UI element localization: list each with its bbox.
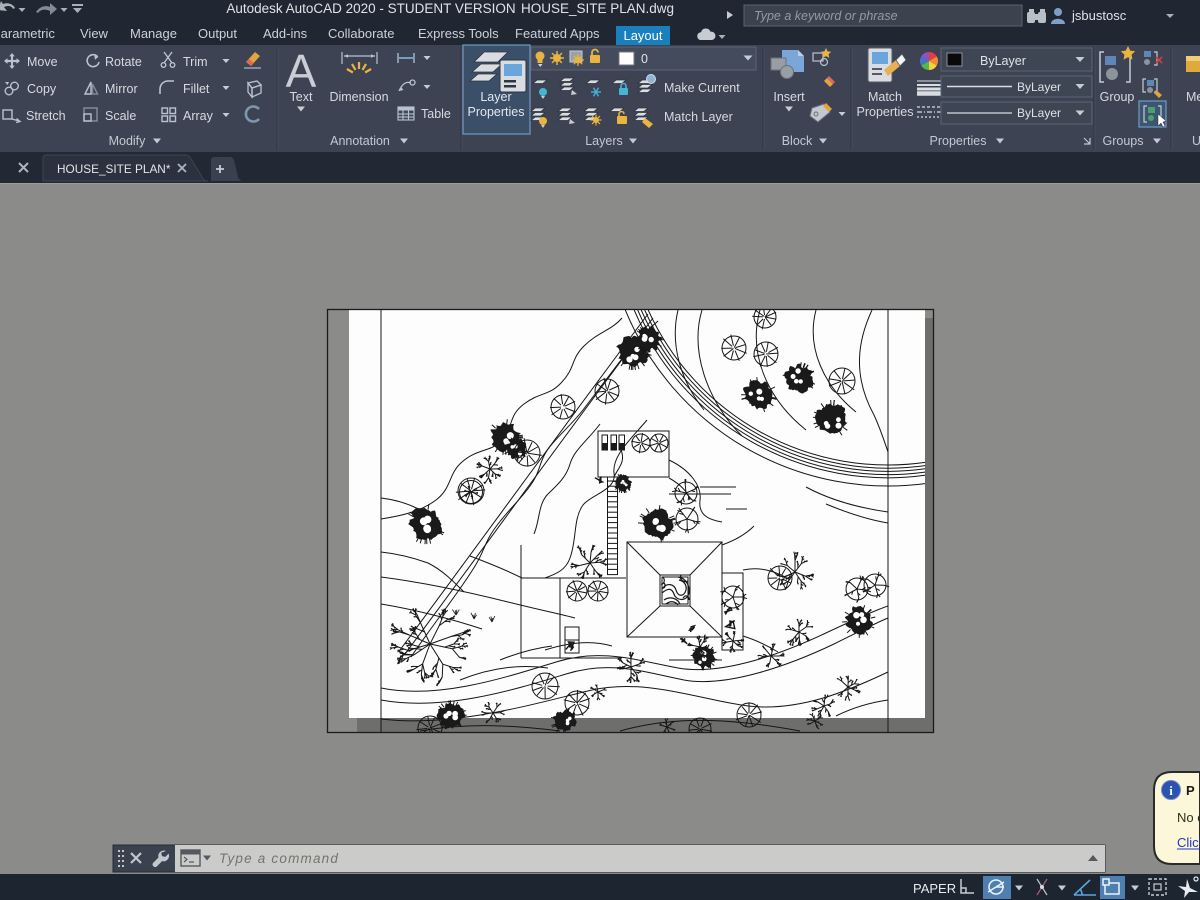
svg-text:Annotation: Annotation [330, 134, 390, 148]
svg-text:Copy: Copy [27, 82, 57, 96]
svg-text:View: View [80, 26, 109, 41]
svg-text:Move: Move [27, 55, 58, 69]
svg-text:Type a keyword or phrase: Type a keyword or phrase [754, 9, 898, 23]
svg-text:Insert: Insert [773, 90, 805, 104]
svg-text:ByLayer: ByLayer [1017, 106, 1061, 120]
svg-text:Manage: Manage [130, 26, 177, 41]
svg-text:Me: Me [1186, 90, 1200, 104]
svg-text:i: i [1169, 783, 1173, 798]
svg-text:Scale: Scale [105, 109, 136, 123]
svg-text:Block: Block [782, 134, 813, 148]
svg-text:Layers: Layers [585, 134, 623, 148]
svg-text:P: P [1186, 783, 1195, 798]
svg-text:Mirror: Mirror [105, 82, 138, 96]
svg-text:Fillet: Fillet [183, 82, 210, 96]
svg-text:Modify: Modify [109, 134, 147, 148]
svg-text:Featured Apps: Featured Apps [515, 26, 600, 41]
svg-text:Make Current: Make Current [664, 81, 740, 95]
svg-text:Click: Click [1177, 835, 1200, 850]
svg-text:Match Layer: Match Layer [664, 110, 733, 124]
svg-text:Layout: Layout [623, 28, 662, 43]
svg-text:Groups: Groups [1103, 134, 1144, 148]
svg-text:0: 0 [641, 52, 648, 66]
svg-text:Rotate: Rotate [105, 55, 142, 69]
svg-text:jsbustosc: jsbustosc [1071, 8, 1127, 23]
svg-text:Dimension: Dimension [329, 90, 388, 104]
svg-text:Parametric: Parametric [0, 26, 55, 41]
svg-text:ByLayer: ByLayer [980, 54, 1026, 68]
svg-text:Array: Array [183, 109, 214, 123]
svg-text:Properties: Properties [468, 105, 525, 119]
svg-text:Trim: Trim [183, 55, 208, 69]
svg-text:Collaborate: Collaborate [328, 26, 395, 41]
svg-text:HOUSE_SITE PLAN*: HOUSE_SITE PLAN* [57, 162, 171, 176]
svg-text:Table: Table [421, 107, 451, 121]
svg-text:Type a command: Type a command [219, 851, 339, 866]
svg-text:Add-ins: Add-ins [263, 26, 308, 41]
svg-text:Autodesk AutoCAD 2020 - STUDEN: Autodesk AutoCAD 2020 - STUDENT VERSION [226, 1, 515, 16]
svg-text:Stretch: Stretch [26, 109, 66, 123]
svg-text:HOUSE_SITE PLAN.dwg: HOUSE_SITE PLAN.dwg [521, 1, 674, 16]
svg-text:Properties: Properties [857, 105, 914, 119]
svg-text:ByLayer: ByLayer [1017, 80, 1061, 94]
svg-text:No e: No e [1177, 810, 1200, 825]
svg-text:Group: Group [1100, 90, 1135, 104]
svg-text:Express Tools: Express Tools [418, 26, 499, 41]
svg-text:Text: Text [290, 90, 313, 104]
svg-text:Match: Match [868, 90, 902, 104]
svg-text:PAPER: PAPER [913, 881, 956, 896]
svg-text:Output: Output [198, 26, 237, 41]
svg-text:Layer: Layer [480, 90, 511, 104]
svg-text:U: U [1192, 134, 1200, 148]
svg-text:Properties: Properties [930, 134, 987, 148]
